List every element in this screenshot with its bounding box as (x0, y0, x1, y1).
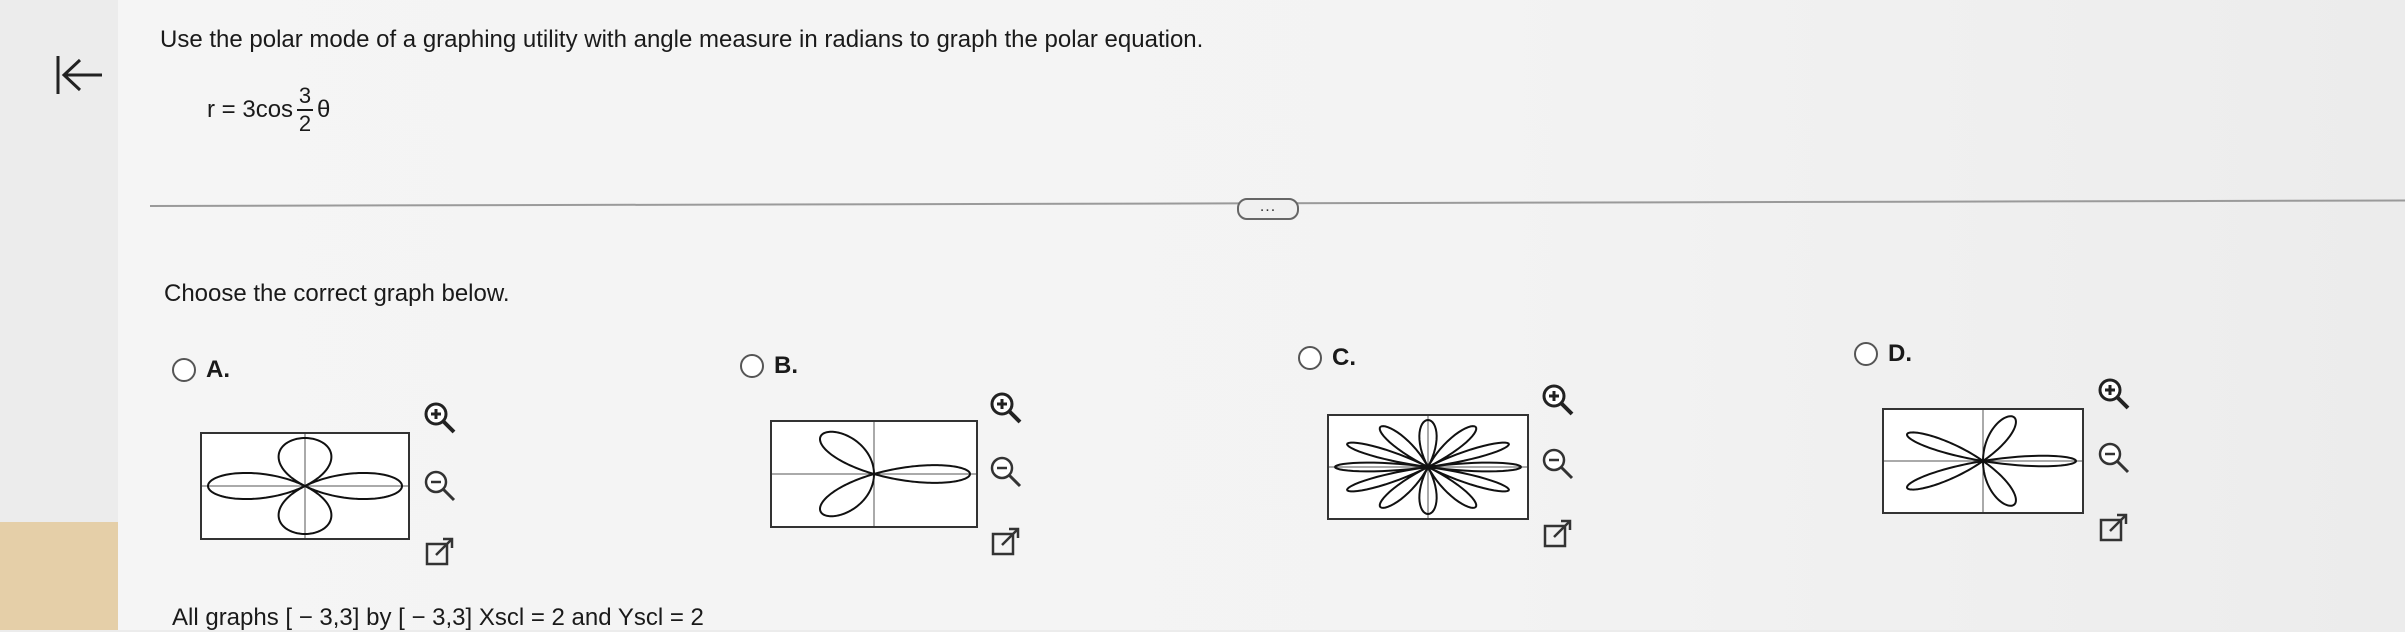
option-b-label: B. (774, 352, 798, 379)
option-c-label: C. (1332, 344, 1356, 371)
zoom-out-button-d[interactable] (2096, 440, 2132, 476)
option-d-label: D. (1888, 340, 1912, 367)
zoom-out-icon (2098, 442, 2130, 474)
zoom-out-icon (424, 470, 456, 502)
zoom-out-button-a[interactable] (422, 468, 458, 504)
external-link-button-b[interactable] (988, 524, 1024, 560)
radio-button-d[interactable] (1854, 342, 1878, 366)
external-link-icon (2099, 513, 2128, 542)
external-link-icon (425, 537, 454, 566)
zoom-in-button-c[interactable] (1540, 382, 1576, 418)
zoom-in-icon (424, 402, 456, 434)
option-a[interactable]: A. (172, 356, 230, 384)
zoom-in-icon (2098, 378, 2130, 410)
radio-button-a[interactable] (172, 358, 196, 382)
graph-d (1882, 408, 2084, 514)
option-c[interactable]: C. (1298, 344, 1356, 372)
zoom-out-icon (1542, 448, 1574, 480)
fraction-numerator: 3 (298, 83, 312, 108)
graph-a (200, 432, 410, 540)
zoom-in-icon (1542, 384, 1574, 416)
external-link-button-c[interactable] (1540, 516, 1576, 552)
zoom-in-icon (990, 392, 1022, 424)
zoom-in-button-a[interactable] (422, 400, 458, 436)
option-d[interactable]: D. (1854, 340, 1912, 368)
back-button[interactable] (52, 52, 108, 98)
left-panel-highlight (0, 522, 118, 630)
graph-c (1327, 414, 1529, 520)
question-text: Use the polar mode of a graphing utility… (160, 26, 1204, 53)
polar-equation: r = 3cos 3 2 θ (207, 84, 330, 136)
radio-button-b[interactable] (740, 354, 764, 378)
option-a-label: A. (206, 356, 230, 383)
back-icon (56, 56, 102, 94)
external-link-button-a[interactable] (422, 534, 458, 570)
zoom-out-button-b[interactable] (988, 454, 1024, 490)
zoom-out-button-c[interactable] (1540, 446, 1576, 482)
equation-lhs: r = 3cos (207, 96, 294, 123)
equation-variable: θ (317, 96, 331, 123)
zoom-in-button-b[interactable] (988, 390, 1024, 426)
content-area (118, 0, 2405, 630)
equation-fraction: 3 2 (297, 83, 314, 136)
external-link-icon (991, 527, 1020, 556)
external-link-icon (1543, 519, 1572, 548)
graph-b (770, 420, 978, 528)
choose-prompt: Choose the correct graph below. (164, 280, 510, 307)
zoom-out-icon (990, 456, 1022, 488)
radio-button-c[interactable] (1298, 346, 1322, 370)
external-link-button-d[interactable] (2096, 510, 2132, 546)
zoom-in-button-d[interactable] (2096, 376, 2132, 412)
more-button[interactable]: ... (1237, 198, 1299, 220)
graph-window-note: All graphs [ − 3,3] by [ − 3,3] Xscl = 2… (172, 604, 704, 631)
fraction-denominator: 2 (298, 111, 312, 136)
option-b[interactable]: B. (740, 352, 798, 380)
